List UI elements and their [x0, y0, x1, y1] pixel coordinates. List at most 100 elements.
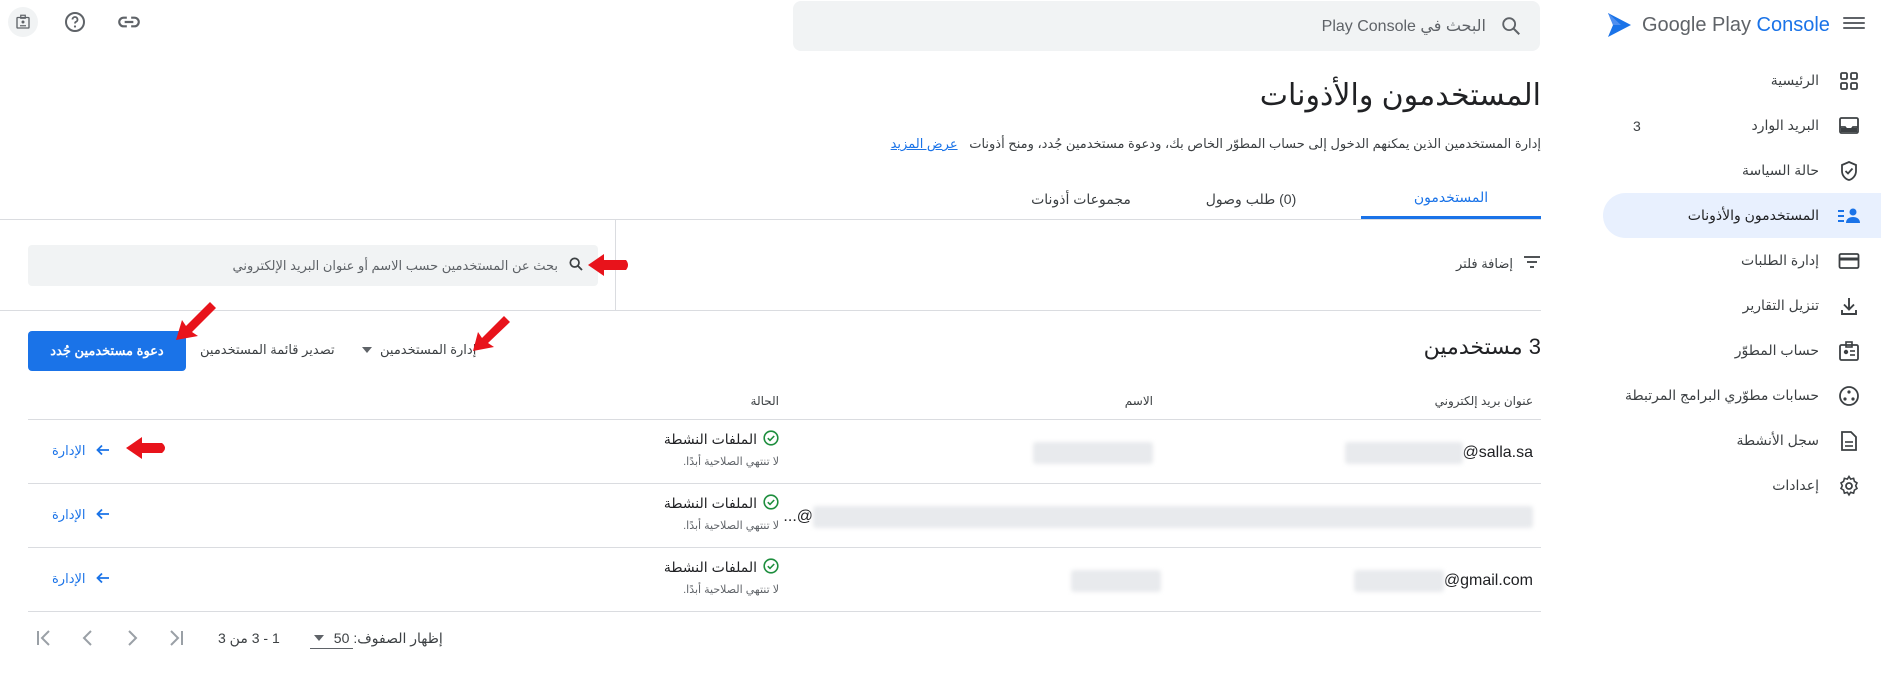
annotation-arrow — [473, 316, 510, 351]
linked-accounts-icon — [1837, 384, 1861, 408]
table-row: @salla.sa الملفات النشطة لا تنتهي الصلاح… — [28, 420, 1541, 484]
logo-suffix: Console — [1756, 13, 1830, 36]
tab-users[interactable]: المستخدمون — [1361, 178, 1541, 220]
page-range: 1 - 3 من 3 — [218, 629, 280, 646]
learn-more-link[interactable]: عرض المزيد — [891, 136, 958, 151]
invite-users-button[interactable]: دعوة مستخدمين جُدد — [28, 331, 186, 371]
sidebar-item-developer-account[interactable]: حساب المطوّر — [1603, 328, 1881, 373]
tab-access-requests[interactable]: (0) طلب وصول — [1156, 178, 1346, 220]
manage-users-dropdown[interactable]: إدارة المستخدمين — [362, 342, 476, 358]
table-header: عنوان بريد إلكتروني الاسم الحالة — [28, 383, 1541, 420]
redacted-name — [1071, 570, 1161, 592]
add-filter-button[interactable]: إضافة فلتر — [1456, 255, 1541, 272]
user-search-placeholder: بحث عن المستخدمين حسب الاسم أو عنوان الب… — [232, 257, 558, 273]
manage-users-label: إدارة المستخدمين — [380, 342, 477, 357]
sidebar-item-label: إعدادات — [1772, 477, 1819, 493]
filter-icon — [1523, 255, 1541, 272]
check-circle-icon — [763, 494, 779, 513]
sidebar-item-inbox[interactable]: البريد الوارد 3 — [1603, 103, 1881, 148]
table-row: ...@ الملفات النشطة لا تنتهي الصلاحية أب… — [28, 484, 1541, 548]
chevron-down-icon — [362, 347, 372, 353]
credit-card-icon — [1837, 249, 1861, 273]
link-icon[interactable] — [114, 7, 144, 37]
redacted-email — [1344, 442, 1463, 464]
rows-per-page-label: إظهار الصفوف: — [353, 629, 443, 646]
rows-per-page-select[interactable]: 50 — [309, 628, 354, 649]
sidebar-item-reports[interactable]: تنزيل التقارير — [1603, 283, 1881, 328]
search-icon — [568, 256, 584, 275]
sidebar-item-label: تنزيل التقارير — [1742, 297, 1819, 313]
redacted-email — [813, 506, 1533, 528]
play-logo-icon — [1608, 13, 1631, 37]
sidebar-item-users-permissions[interactable]: المستخدمون والأذونات — [1603, 193, 1881, 238]
tab-permission-groups[interactable]: مجموعات أذونات — [1006, 178, 1156, 220]
user-status: الملفات النشطة لا تنتهي الصلاحية أبدًا. — [663, 558, 779, 596]
redacted-name — [1033, 442, 1153, 464]
user-email: @gmail.com — [1353, 570, 1533, 592]
help-icon[interactable] — [60, 7, 90, 37]
manage-user-link[interactable]: الإدارة — [52, 571, 110, 587]
gear-icon — [1837, 474, 1861, 498]
page-description: إدارة المستخدمين الذين يمكنهم الدخول إلى… — [891, 136, 1541, 152]
sidebar-nav: الرئيسية البريد الوارد 3 حالة السياسة ال… — [1603, 58, 1881, 508]
sidebar-item-label: سجل الأنشطة — [1736, 432, 1819, 448]
main-menu-button[interactable] — [1843, 14, 1865, 36]
export-users-button[interactable]: تصدير قائمة المستخدمين — [200, 342, 335, 358]
people-list-icon — [1837, 204, 1861, 228]
header-email: عنوان بريد إلكتروني — [1434, 394, 1533, 408]
check-circle-icon — [763, 430, 779, 449]
document-icon — [1837, 429, 1861, 453]
page-title: المستخدمون والأذونات — [1259, 79, 1541, 112]
chevron-down-icon — [313, 634, 324, 641]
sidebar-item-label: حساب المطوّر — [1734, 342, 1819, 358]
previous-page-icon[interactable] — [72, 622, 104, 654]
redacted-email — [1353, 570, 1444, 592]
sidebar-item-settings[interactable]: إعدادات — [1603, 463, 1881, 508]
sidebar-item-label: البريد الوارد — [1751, 117, 1819, 133]
sidebar-item-label: حسابات مطوّري البرامج المرتبطة — [1625, 387, 1819, 403]
sidebar-item-label: المستخدمون والأذونات — [1687, 207, 1819, 223]
inbox-icon — [1837, 114, 1861, 138]
add-filter-label: إضافة فلتر — [1455, 255, 1513, 271]
shield-icon — [1837, 159, 1861, 183]
sidebar-item-orders[interactable]: إدارة الطلبات — [1603, 238, 1881, 283]
sidebar-item-activity-log[interactable]: سجل الأنشطة — [1603, 418, 1881, 463]
manage-user-link[interactable]: الإدارة — [52, 443, 110, 459]
badge-icon — [1837, 339, 1861, 363]
user-email: ...@ — [783, 506, 1533, 528]
grid-icon — [1837, 69, 1861, 93]
next-page-icon[interactable] — [116, 622, 148, 654]
first-page-icon[interactable] — [28, 622, 60, 654]
sidebar-item-home[interactable]: الرئيسية — [1603, 58, 1881, 103]
global-search[interactable]: البحث في Play Console — [793, 1, 1540, 51]
arrow-left-icon — [95, 444, 110, 459]
annotation-arrow — [588, 254, 628, 276]
header-status: الحالة — [750, 394, 779, 408]
manage-user-link[interactable]: الإدارة — [52, 507, 110, 523]
arrow-left-icon — [95, 572, 110, 587]
user-status: الملفات النشطة لا تنتهي الصلاحية أبدًا. — [663, 494, 779, 532]
sidebar-item-label: حالة السياسة — [1742, 162, 1819, 178]
annotation-arrow — [126, 437, 165, 459]
sidebar-item-linked-accounts[interactable]: حسابات مطوّري البرامج المرتبطة — [1603, 373, 1881, 418]
annotation-arrow — [176, 302, 216, 340]
play-console-logo[interactable]: Google Play Console — [1604, 8, 1830, 42]
check-circle-icon — [763, 558, 779, 577]
tabs: المستخدمون (0) طلب وصول مجموعات أذونات — [441, 178, 1541, 220]
last-page-icon[interactable] — [160, 622, 192, 654]
global-search-placeholder: البحث في Play Console — [1321, 18, 1486, 35]
users-count-title: 3 مستخدمين — [1423, 334, 1541, 359]
page-description-text: إدارة المستخدمين الذين يمكنهم الدخول إلى… — [969, 136, 1541, 151]
developer-account-icon[interactable] — [8, 7, 38, 37]
download-icon — [1837, 294, 1861, 318]
table-row: @gmail.com الملفات النشطة لا تنتهي الصلا… — [28, 548, 1541, 612]
user-search-input[interactable]: بحث عن المستخدمين حسب الاسم أو عنوان الب… — [28, 245, 598, 286]
logo-prefix: Google Play — [1642, 13, 1751, 36]
sidebar-item-label: إدارة الطلبات — [1741, 252, 1819, 268]
search-icon — [1502, 17, 1520, 35]
sidebar-item-policy-status[interactable]: حالة السياسة — [1603, 148, 1881, 193]
user-email: @salla.sa — [1344, 442, 1533, 464]
header-name: الاسم — [1124, 394, 1153, 408]
user-status: الملفات النشطة لا تنتهي الصلاحية أبدًا. — [663, 430, 779, 468]
sidebar-item-label: الرئيسية — [1770, 72, 1819, 88]
